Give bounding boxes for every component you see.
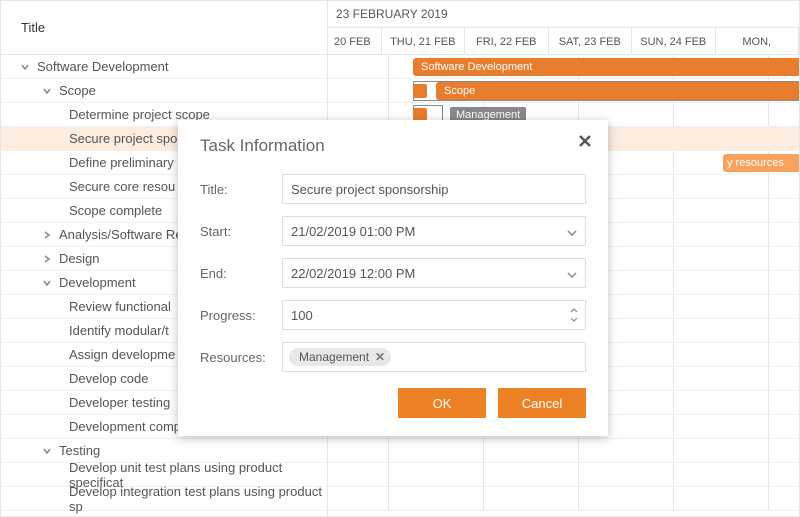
task-information-dialog: Task Information Title: Secure project s… — [178, 120, 608, 436]
resource-chip-label: Management — [299, 350, 369, 364]
resources-field[interactable]: Management ✕ — [282, 342, 586, 372]
day-column-header: FRI, 22 FEB — [465, 28, 549, 55]
tree-row-label: Development — [59, 275, 136, 290]
day-column-header: MON, — [716, 28, 799, 55]
tree-row-label: Testing — [59, 443, 100, 458]
gantt-row: Scope — [328, 79, 799, 103]
gantt-row — [328, 463, 799, 487]
day-column-header: SAT, 23 FEB — [549, 28, 633, 55]
tree-row[interactable]: Scope — [1, 79, 327, 103]
chevron-down-icon[interactable] — [567, 224, 577, 239]
caret-down-icon[interactable] — [41, 277, 53, 289]
resources-label: Resources: — [200, 350, 282, 365]
day-column-header: THU, 21 FEB — [382, 28, 466, 55]
chevron-down-icon[interactable] — [567, 266, 577, 281]
end-value: 22/02/2019 12:00 PM — [291, 266, 415, 281]
tree-row-label: Developer testing — [69, 395, 170, 410]
day-column-header: SUN, 24 FEB — [632, 28, 716, 55]
end-label: End: — [200, 266, 282, 281]
caret-down-icon[interactable] — [41, 445, 53, 457]
caret-right-icon[interactable] — [41, 253, 53, 265]
gantt-bar-resources[interactable]: y resources — [723, 154, 799, 172]
dialog-title: Task Information — [200, 136, 586, 156]
gantt-bar-scope[interactable]: Scope — [436, 82, 799, 100]
tree-row-label: Secure project spo — [69, 131, 177, 146]
tree-row-label: Develop integration test plans using pro… — [69, 484, 322, 514]
caret-down-icon[interactable] — [19, 61, 31, 73]
remove-chip-icon[interactable]: ✕ — [375, 350, 385, 364]
day-column-header: 20 FEB — [328, 28, 382, 55]
tree-row[interactable]: Develop integration test plans using pro… — [1, 487, 327, 511]
tree-row[interactable]: Software Development — [1, 55, 327, 79]
tree-row-label: Identify modular/t — [69, 323, 169, 338]
title-label: Title: — [200, 182, 282, 197]
tree-row-label: Design — [59, 251, 99, 266]
start-value: 21/02/2019 01:00 PM — [291, 224, 415, 239]
gantt-row: Software Development — [328, 55, 799, 79]
caret-right-icon[interactable] — [41, 229, 53, 241]
gantt-row — [328, 487, 799, 511]
tree-row-label: Scope complete — [69, 203, 162, 218]
gantt-row — [328, 439, 799, 463]
close-icon[interactable] — [578, 134, 592, 151]
title-value: Secure project sponsorship — [291, 182, 449, 197]
tree-row-label: Secure core resou — [69, 179, 175, 194]
start-label: Start: — [200, 224, 282, 239]
spinner-down-icon[interactable] — [569, 316, 579, 324]
tree-row-label: Review functional — [69, 299, 171, 314]
progress-value: 100 — [291, 308, 313, 323]
progress-label: Progress: — [200, 308, 282, 323]
gantt-bar-software-development[interactable]: Software Development — [413, 58, 799, 76]
tree-row-label: Scope — [59, 83, 96, 98]
gantt-handle[interactable] — [413, 84, 427, 98]
resource-chip[interactable]: Management ✕ — [289, 348, 391, 366]
spinner-up-icon[interactable] — [569, 307, 579, 315]
caret-down-icon[interactable] — [41, 85, 53, 97]
tree-row-label: Software Development — [37, 59, 169, 74]
title-column-header: Title — [1, 1, 327, 55]
date-range-header: 23 FEBRUARY 2019 — [328, 1, 799, 28]
title-field[interactable]: Secure project sponsorship — [282, 174, 586, 204]
start-field[interactable]: 21/02/2019 01:00 PM — [282, 216, 586, 246]
tree-row-label: Define preliminary — [69, 155, 174, 170]
tree-row-label: Analysis/Software Req — [59, 227, 190, 242]
progress-field[interactable]: 100 — [282, 300, 586, 330]
end-field[interactable]: 22/02/2019 12:00 PM — [282, 258, 586, 288]
ok-button[interactable]: OK — [398, 388, 486, 418]
tree-row-label: Assign developme — [69, 347, 175, 362]
tree-row-label: Develop code — [69, 371, 149, 386]
cancel-button[interactable]: Cancel — [498, 388, 586, 418]
